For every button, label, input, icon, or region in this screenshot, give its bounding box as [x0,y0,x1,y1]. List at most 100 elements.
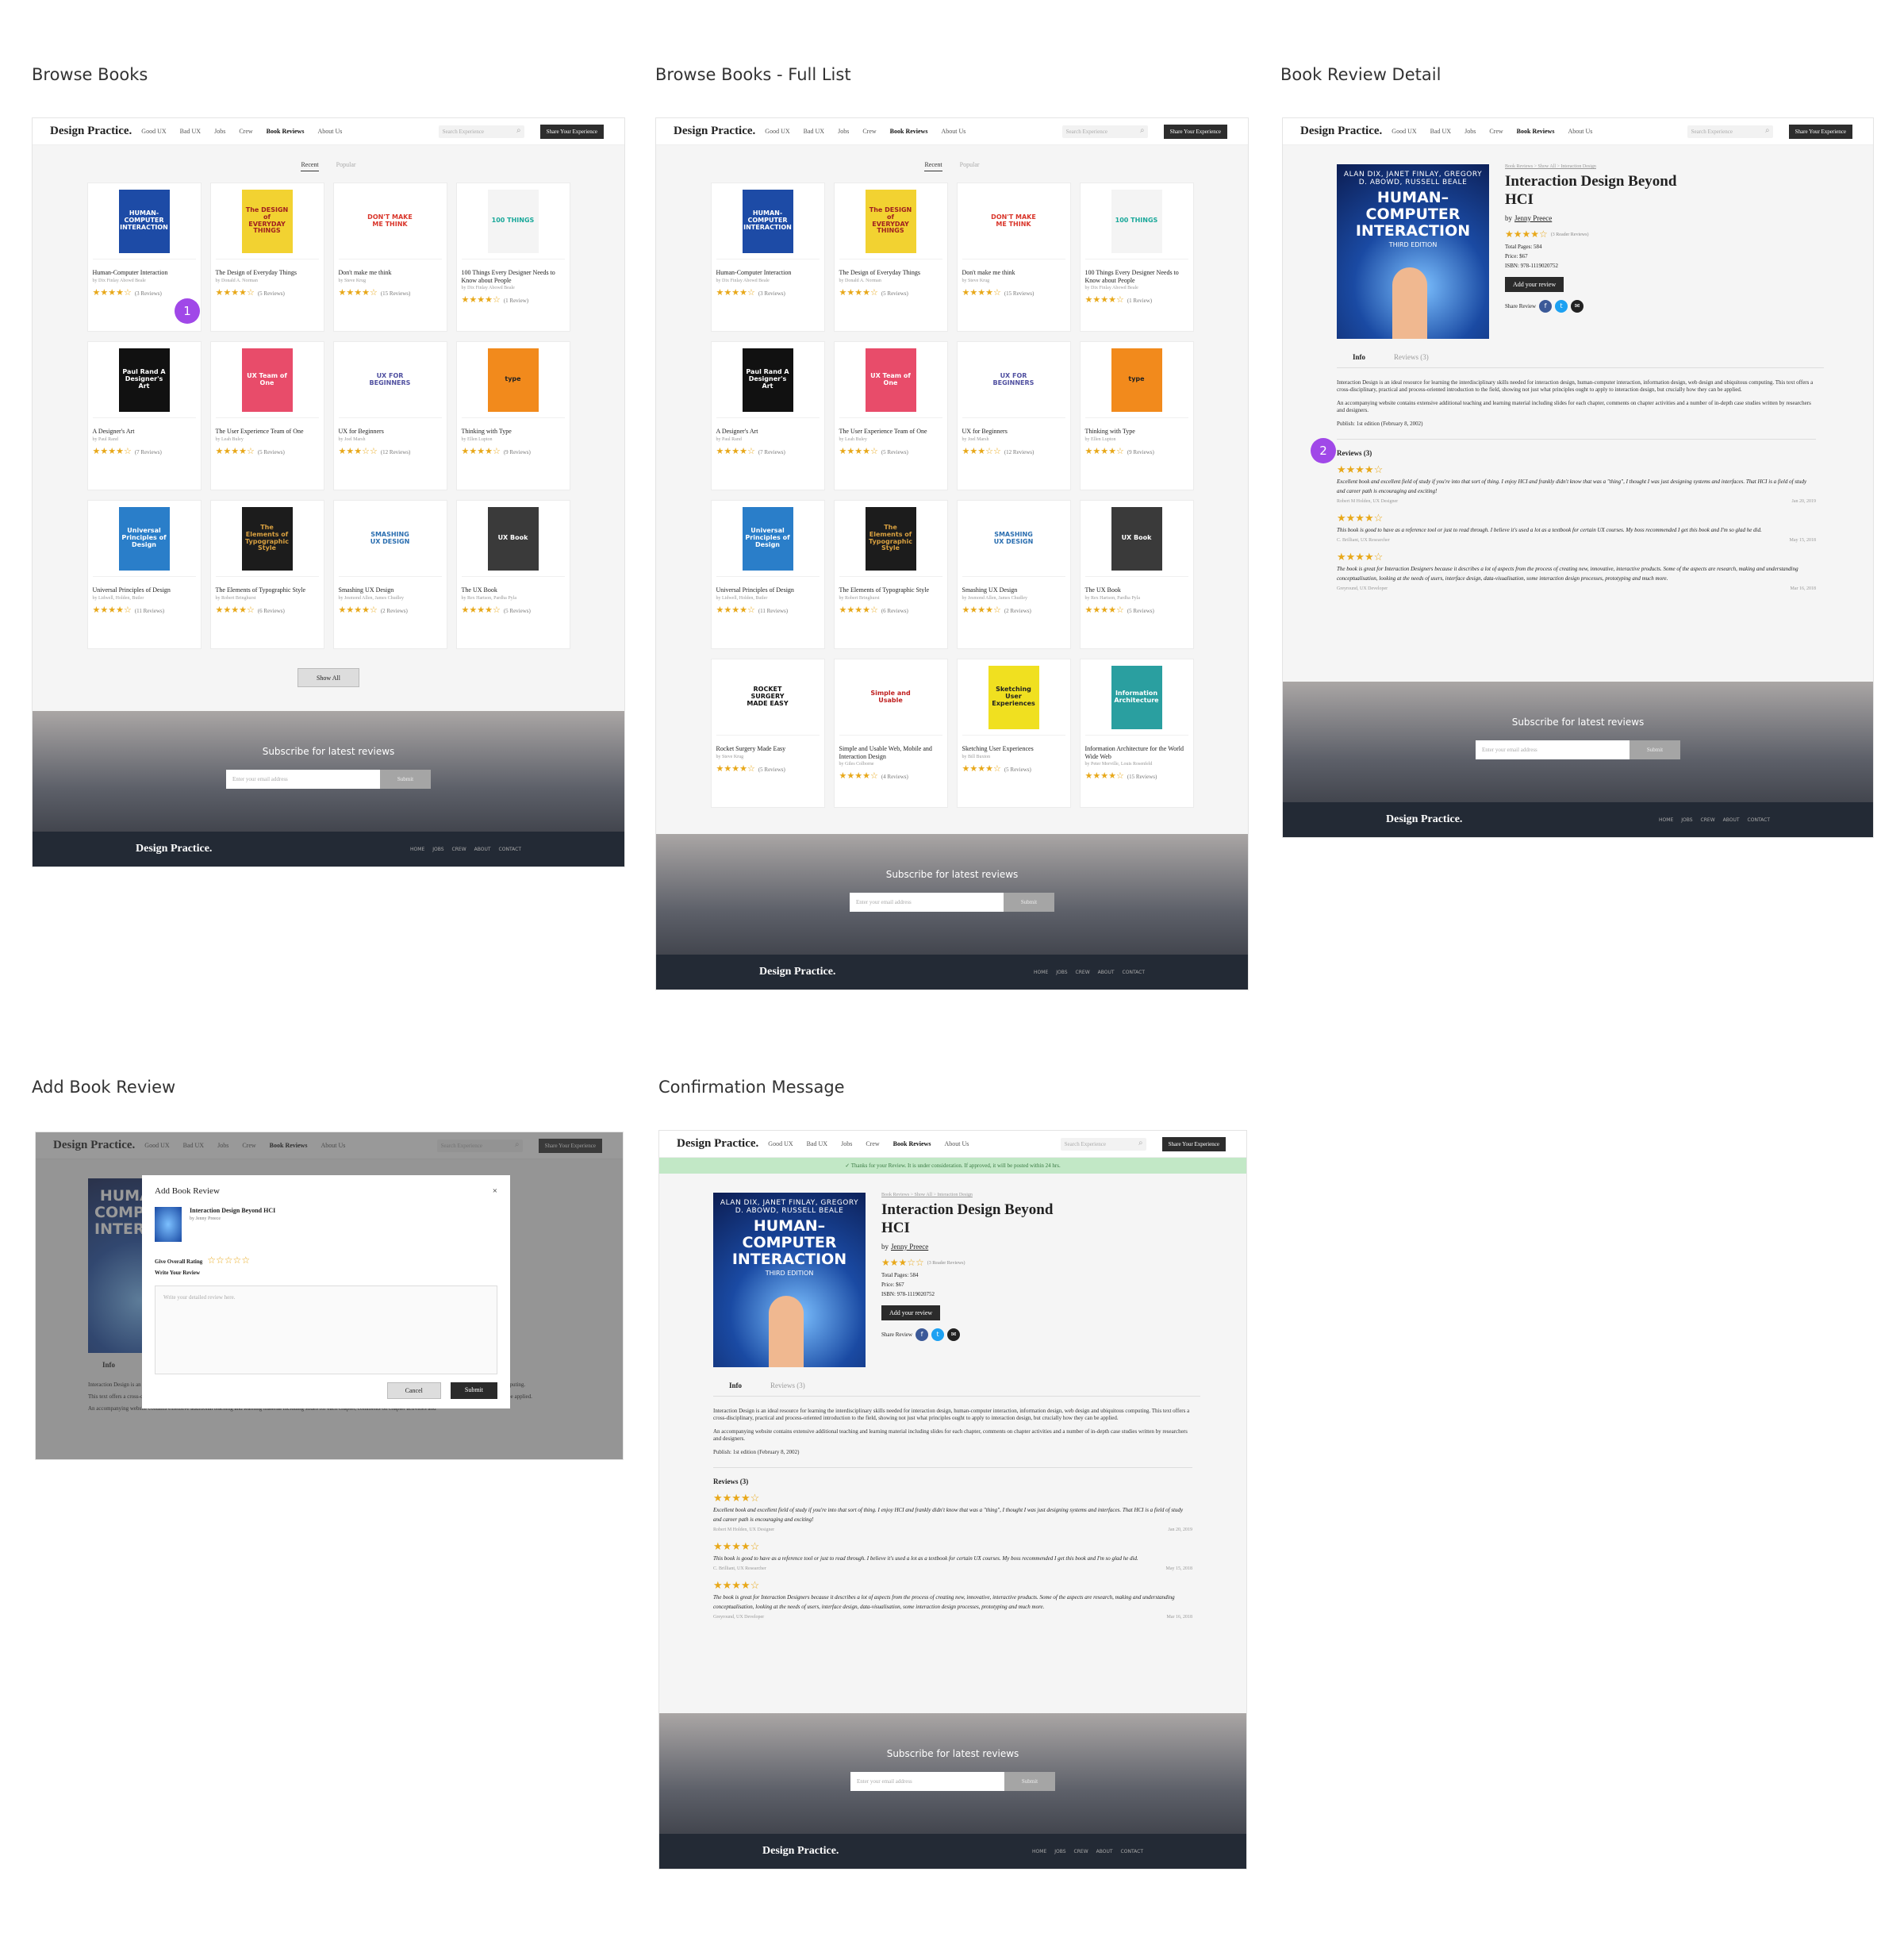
footer-link[interactable]: CREW [1076,970,1090,975]
book-card[interactable]: UX Team of One The User Experience Team o… [209,341,324,490]
footer-link[interactable]: HOME [1032,1849,1046,1854]
footer-link[interactable]: CONTACT [1748,817,1770,823]
footer-logo[interactable]: Design Practice. [762,1845,839,1858]
email-input[interactable]: Enter your email address [1476,740,1630,759]
book-cover[interactable]: Universal Principles of Design [742,506,793,571]
nav-link[interactable]: About Us [941,128,965,135]
email-input[interactable]: Enter your email address [850,893,1004,912]
book-cover[interactable]: The Elements of Typographic Style [241,506,293,571]
book-title[interactable]: Don't make me think [962,269,1065,277]
nav-link[interactable]: Jobs [214,128,225,135]
book-cover[interactable]: UX Team of One [241,348,293,412]
book-title[interactable]: The User Experience Team of One [839,428,942,436]
book-title[interactable]: Sketching User Experiences [962,745,1065,753]
book-cover[interactable]: SMASHING UX DESIGN [988,506,1039,571]
logo[interactable]: Design Practice. [50,125,132,138]
footer-logo[interactable]: Design Practice. [1386,813,1462,826]
star-rating-input[interactable]: ☆☆☆☆☆ [207,1255,250,1266]
book-title[interactable]: 100 Things Every Designer Needs to Know … [462,269,565,284]
book-card[interactable]: SMASHING UX DESIGN Smashing UX Design by J… [332,500,447,649]
nav-link[interactable]: About Us [317,128,342,135]
book-title[interactable]: The Design of Everyday Things [839,269,942,277]
book-title[interactable]: A Designer's Art [93,428,196,436]
search-input[interactable]: Search Experience ⌕ [438,125,524,138]
subscribe-submit-button[interactable]: Submit [1630,740,1680,759]
share-experience-button[interactable]: Share Your Experience [1163,124,1227,139]
book-cover[interactable]: DON'T MAKE ME THINK [988,189,1039,253]
book-title[interactable]: 100 Things Every Designer Needs to Know … [1085,269,1188,284]
book-card[interactable]: UX FOR BEGINNERS UX for Beginners by Joel … [332,341,447,490]
book-title[interactable]: Information Architecture for the World W… [1085,745,1188,760]
nav-link[interactable]: Jobs [1464,128,1476,135]
book-title[interactable]: The UX Book [462,586,565,594]
book-card[interactable]: type Thinking with Type by Ellen Lupton ★★★… [455,341,570,490]
book-title[interactable]: The User Experience Team of One [216,428,319,436]
book-card[interactable]: The Elements of Typographic Style The Ele… [209,500,324,649]
footer-link[interactable]: JOBS [1054,1849,1065,1854]
book-card[interactable]: Paul Rand A Designer's Art A Designer's A… [710,341,825,490]
nav-link[interactable]: Crew [239,128,252,135]
book-card[interactable]: Sketching User Experiences Sketching User… [956,659,1071,808]
footer-link[interactable]: CONTACT [1123,970,1145,975]
book-cover[interactable]: Sketching User Experiences [988,665,1039,729]
logo[interactable]: Design Practice. [1300,125,1382,138]
search-input[interactable]: Search Experience ⌕ [1061,125,1148,138]
book-card[interactable]: Simple and Usable Simple and Usable Web, … [833,659,948,808]
book-cover[interactable]: 100 THINGS [487,189,539,253]
footer-link[interactable]: CONTACT [1121,1849,1143,1854]
nav-link[interactable]: Good UX [768,1140,793,1147]
nav-link[interactable]: Crew [862,128,876,135]
nav-link[interactable]: About Us [1568,128,1592,135]
book-title[interactable]: Thinking with Type [1085,428,1188,436]
book-title[interactable]: Simple and Usable Web, Mobile and Intera… [839,745,942,760]
book-card[interactable]: Paul Rand A Designer's Art A Designer's A… [86,341,202,490]
twitter-icon[interactable]: t [1555,299,1568,313]
book-cover[interactable]: Paul Rand A Designer's Art [742,348,793,412]
book-card[interactable]: HUMAN-COMPUTER INTERACTION Human-Computer… [710,183,825,332]
tab-info[interactable]: Info [729,1382,742,1389]
book-title[interactable]: Don't make me think [339,269,442,277]
nav-link[interactable]: Jobs [838,128,849,135]
book-card[interactable]: The Elements of Typographic Style The Ele… [833,500,948,649]
footer-link[interactable]: CONTACT [499,847,521,852]
footer-logo[interactable]: Design Practice. [759,966,835,978]
book-card[interactable]: ROCKET SURGERY MADE EASY Rocket Surgery M… [710,659,825,808]
email-icon[interactable]: ✉ [1571,299,1584,313]
subscribe-submit-button[interactable]: Submit [380,770,431,789]
book-cover[interactable]: Simple and Usable [865,665,916,729]
book-cover[interactable]: The Elements of Typographic Style [865,506,916,571]
email-icon[interactable]: ✉ [947,1328,961,1341]
email-input[interactable]: Enter your email address [226,770,380,789]
breadcrumb[interactable]: Book Reviews > Show All > Interaction De… [1505,164,1695,169]
nav-link[interactable]: Bad UX [804,128,824,135]
footer-link[interactable]: ABOUT [1723,817,1740,823]
footer-link[interactable]: JOBS [1681,817,1692,823]
review-textarea[interactable]: Write your detailed review here. [155,1285,497,1374]
tab-popular[interactable]: Popular [960,161,980,171]
footer-link[interactable]: CREW [1701,817,1715,823]
nav-link[interactable]: Bad UX [807,1140,827,1147]
add-review-button[interactable]: Add your review [881,1305,941,1320]
footer-link[interactable]: CREW [1074,1849,1088,1854]
book-title[interactable]: A Designer's Art [716,428,820,436]
book-cover[interactable]: ROCKET SURGERY MADE EASY [742,665,793,729]
book-card[interactable]: UX FOR BEGINNERS UX for Beginners by Joel … [956,341,1071,490]
share-experience-button[interactable]: Share Your Experience [539,124,604,139]
book-cover[interactable]: UX Book [1111,506,1162,571]
book-cover[interactable]: HUMAN-COMPUTER INTERACTION [742,189,793,253]
author-link[interactable]: Jenny Preece [1514,214,1552,222]
tab-recent[interactable]: Recent [301,161,319,171]
nav-link[interactable]: Crew [1489,128,1503,135]
add-review-button[interactable]: Add your review [1505,276,1564,292]
tab-popular[interactable]: Popular [336,161,356,171]
footer-link[interactable]: HOME [410,847,424,852]
nav-link[interactable]: Bad UX [1430,128,1451,135]
tab-reviews[interactable]: Reviews (3) [1394,353,1429,361]
book-card[interactable]: SMASHING UX DESIGN Smashing UX Design by J… [956,500,1071,649]
book-card[interactable]: Universal Principles of Design Universal … [86,500,202,649]
book-cover[interactable]: 100 THINGS [1111,189,1162,253]
book-card[interactable]: type Thinking with Type by Ellen Lupton ★★★… [1079,341,1194,490]
nav-link[interactable]: Good UX [765,128,789,135]
share-experience-button[interactable]: Share Your Experience [1161,1136,1226,1151]
nav-link[interactable]: Book Reviews [890,128,928,135]
